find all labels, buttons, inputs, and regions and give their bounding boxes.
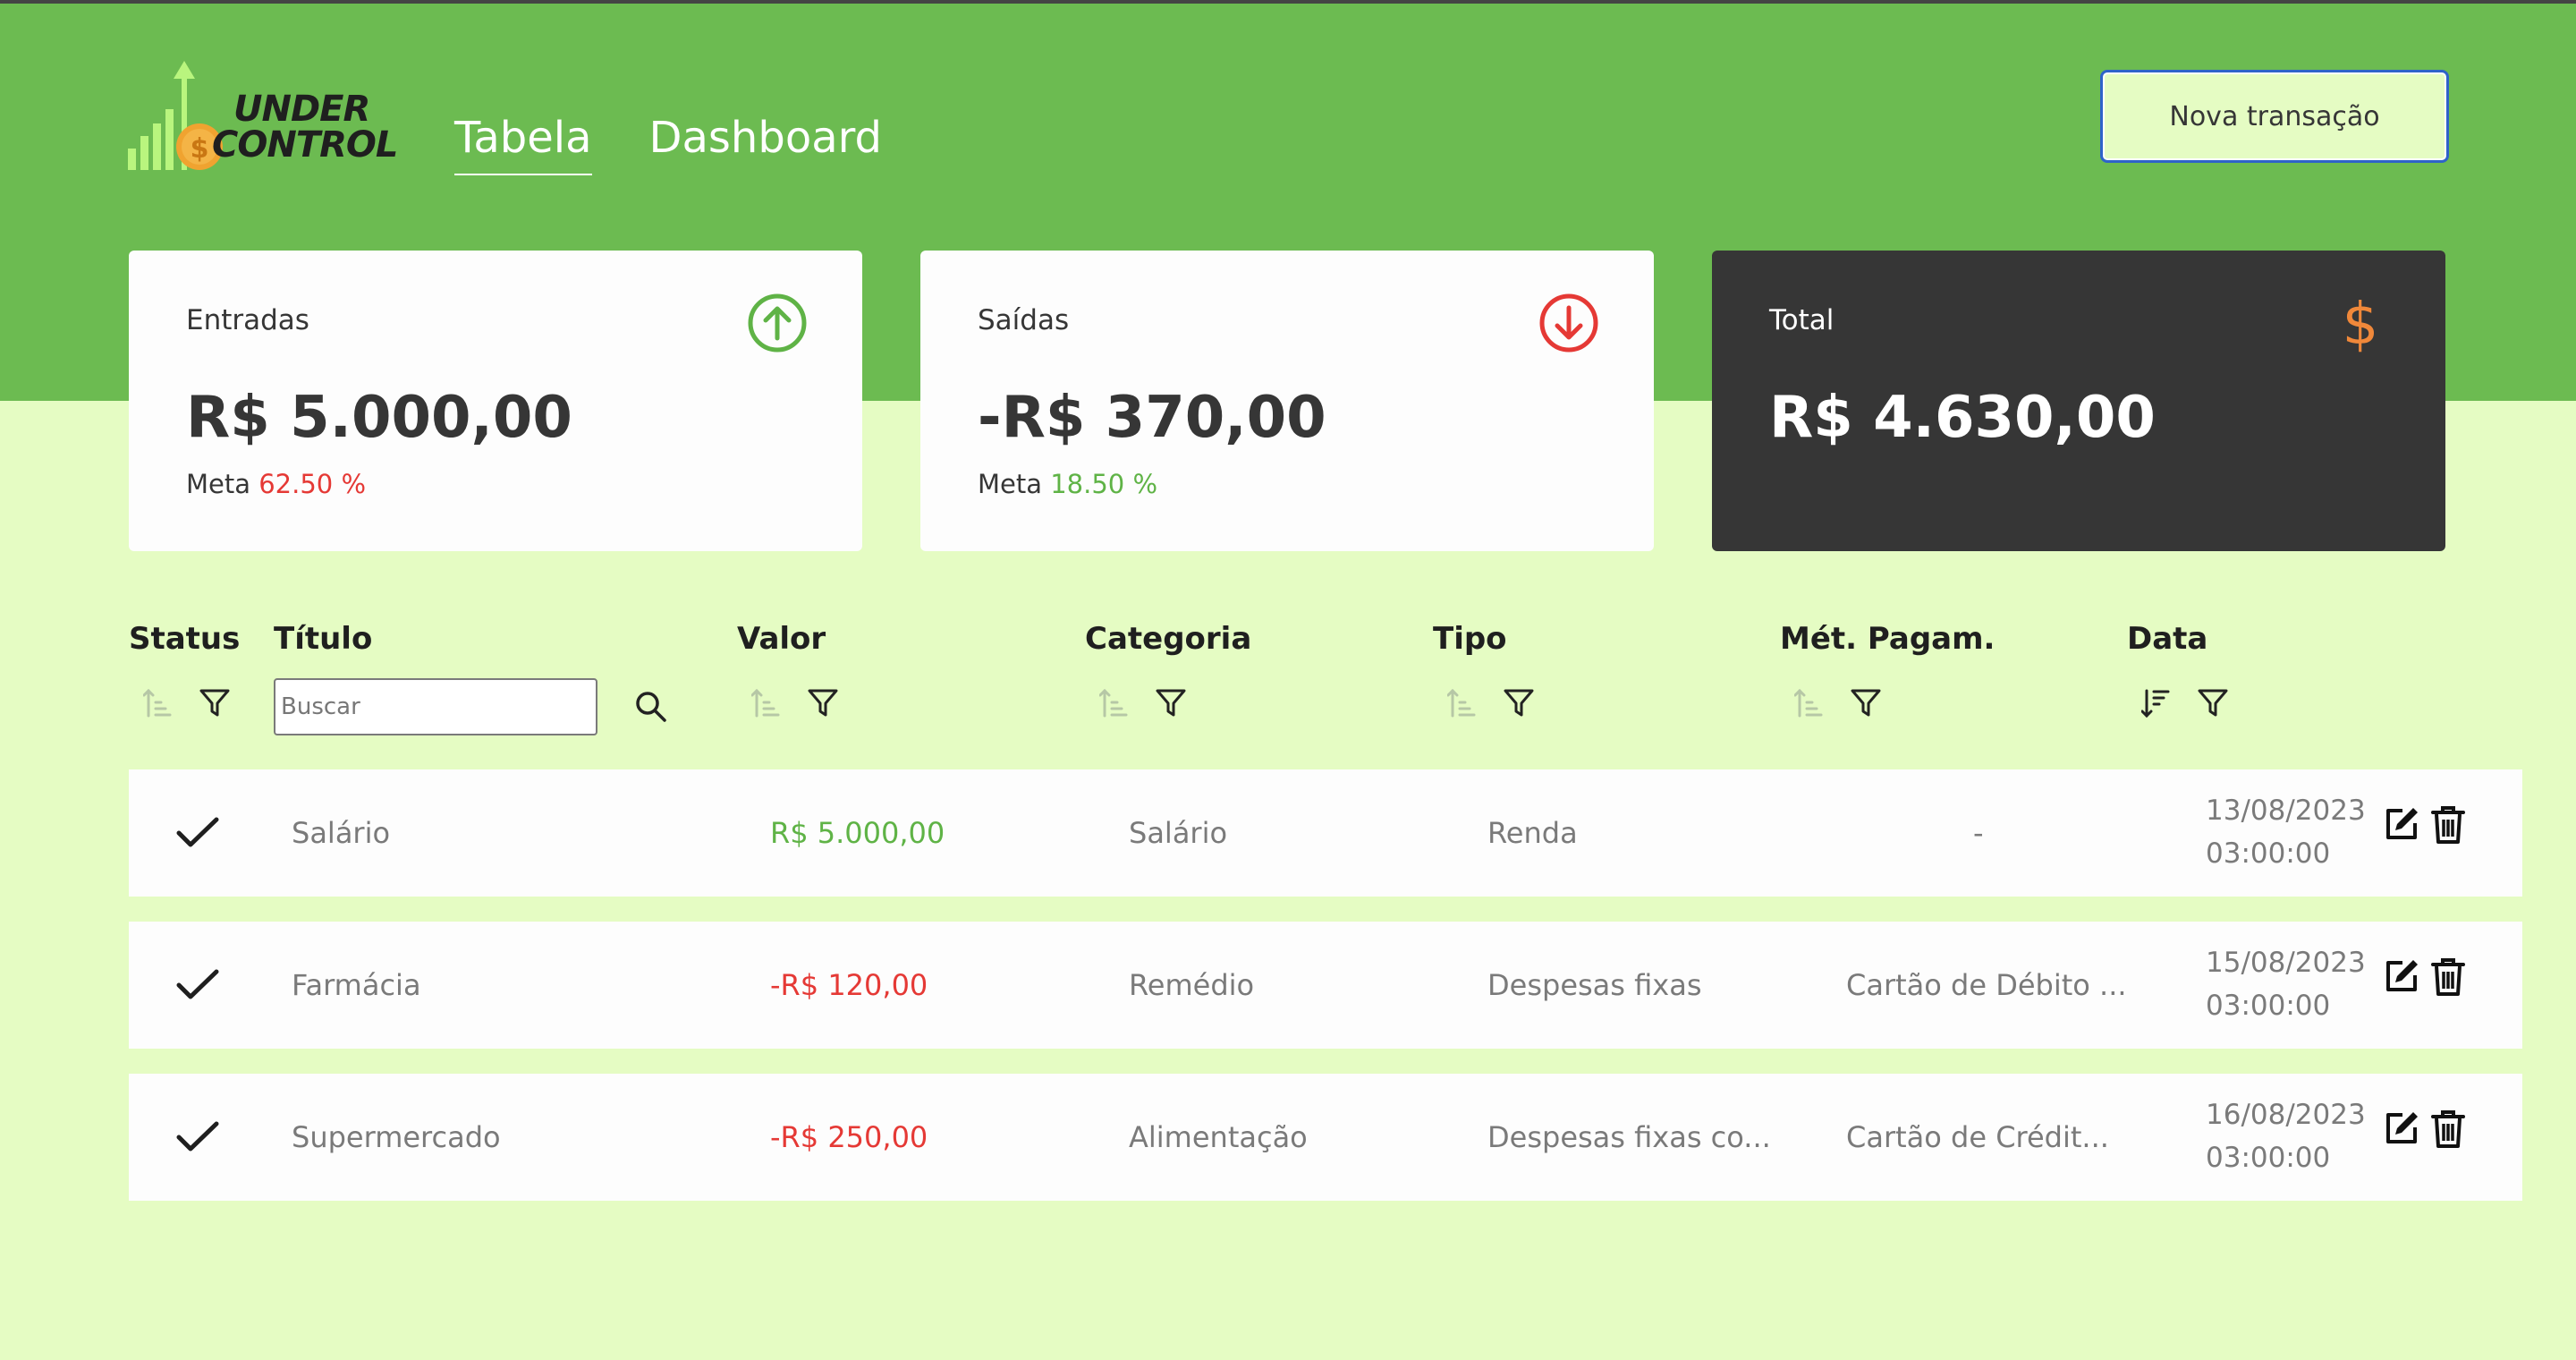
sort-icon[interactable]	[1099, 688, 1128, 718]
main-nav: Tabela Dashboard	[454, 107, 882, 175]
sort-icon[interactable]	[1447, 688, 1476, 718]
income-label: Entradas	[186, 304, 309, 336]
arrow-up-circle-icon	[748, 293, 807, 353]
row-payment: -	[1973, 816, 1984, 850]
column-header-title: Título	[274, 621, 373, 657]
brand-logo[interactable]: $ UNDER CONTROL	[128, 59, 398, 175]
row-title: Supermercado	[292, 1120, 501, 1154]
edit-icon[interactable]	[2383, 1109, 2420, 1147]
row-value: R$ 5.000,00	[770, 816, 945, 850]
expenses-amount: -R$ 370,00	[978, 385, 1326, 451]
expenses-card: Saídas -R$ 370,00 Meta 18.50 %	[920, 251, 1654, 551]
income-meta-value: 62.50 %	[258, 469, 367, 499]
row-date-day: 15/08/2023	[2206, 947, 2366, 979]
row-date-day: 13/08/2023	[2206, 795, 2366, 827]
edit-icon[interactable]	[2383, 805, 2420, 843]
row-value: -R$ 120,00	[770, 968, 928, 1002]
row-type: Despesas fixas co...	[1487, 1120, 1771, 1154]
filter-icon[interactable]	[199, 687, 231, 719]
filter-icon[interactable]	[1155, 687, 1187, 719]
income-amount: R$ 5.000,00	[186, 385, 572, 451]
column-header-status: Status	[129, 621, 241, 657]
edit-icon[interactable]	[2383, 957, 2420, 995]
sort-icon[interactable]	[751, 688, 780, 718]
total-amount: R$ 4.630,00	[1769, 385, 2156, 451]
tab-dashboard[interactable]: Dashboard	[649, 107, 882, 175]
tab-tabela[interactable]: Tabela	[454, 107, 592, 175]
row-category: Salário	[1129, 816, 1228, 850]
filter-icon[interactable]	[2197, 687, 2229, 719]
value-controls	[751, 687, 839, 719]
row-date: 15/08/2023 03:00:00	[2206, 941, 2366, 1027]
row-payment: Cartão de Crédit...	[1846, 1120, 2109, 1154]
row-category: Remédio	[1129, 968, 1255, 1002]
table-row[interactable]: Salário R$ 5.000,00 Salário Renda - 13/0…	[129, 769, 2522, 897]
filter-icon[interactable]	[807, 687, 839, 719]
svg-text:$: $	[2343, 292, 2379, 354]
table-row[interactable]: Farmácia -R$ 120,00 Remédio Despesas fix…	[129, 922, 2522, 1049]
total-card: Total $ R$ 4.630,00	[1712, 251, 2445, 551]
row-title: Salário	[292, 816, 391, 850]
filter-icon[interactable]	[1503, 687, 1535, 719]
sort-descending-icon[interactable]	[2141, 688, 2170, 718]
row-type: Despesas fixas	[1487, 968, 1702, 1002]
column-header-value: Valor	[737, 621, 826, 657]
status-controls	[143, 687, 231, 719]
row-value: -R$ 250,00	[770, 1120, 928, 1154]
date-controls	[2141, 687, 2229, 719]
dollar-icon: $	[2343, 292, 2379, 354]
column-header-payment: Mét. Pagam.	[1780, 621, 1996, 657]
brand-line-2: CONTROL	[212, 124, 398, 166]
total-label: Total	[1769, 304, 1835, 336]
row-date-time: 03:00:00	[2206, 1142, 2331, 1174]
column-header-type: Tipo	[1433, 621, 1507, 657]
arrow-down-circle-icon	[1539, 293, 1598, 353]
expenses-meta: Meta 18.50 %	[978, 469, 1157, 499]
column-header-date: Data	[2127, 621, 2208, 657]
svg-text:$: $	[191, 133, 209, 165]
sort-icon[interactable]	[143, 688, 172, 718]
income-meta-label: Meta	[186, 469, 251, 499]
check-icon[interactable]	[175, 815, 220, 851]
search-icon[interactable]	[635, 691, 667, 723]
filter-icon[interactable]	[1850, 687, 1882, 719]
expenses-meta-value: 18.50 %	[1050, 469, 1158, 499]
check-icon[interactable]	[175, 967, 220, 1003]
payment-controls	[1794, 687, 1882, 719]
trash-icon[interactable]	[2431, 957, 2465, 997]
row-date: 13/08/2023 03:00:00	[2206, 789, 2366, 875]
type-controls	[1447, 687, 1535, 719]
income-card: Entradas R$ 5.000,00 Meta 62.50 %	[129, 251, 862, 551]
table-row[interactable]: Supermercado -R$ 250,00 Alimentação Desp…	[129, 1074, 2522, 1201]
row-type: Renda	[1487, 816, 1578, 850]
check-icon[interactable]	[175, 1119, 220, 1155]
category-controls	[1099, 687, 1187, 719]
trash-icon[interactable]	[2431, 1109, 2465, 1149]
trash-icon[interactable]	[2431, 805, 2465, 845]
row-date: 16/08/2023 03:00:00	[2206, 1093, 2366, 1179]
row-category: Alimentação	[1129, 1120, 1308, 1154]
search-input[interactable]	[274, 678, 597, 735]
row-date-time: 03:00:00	[2206, 990, 2331, 1022]
new-transaction-button[interactable]: Nova transação	[2100, 70, 2449, 163]
row-payment: Cartão de Débito ...	[1846, 968, 2127, 1002]
brand-name: UNDER CONTROL	[212, 91, 398, 163]
expenses-label: Saídas	[978, 304, 1070, 336]
column-header-category: Categoria	[1085, 621, 1252, 657]
expenses-meta-label: Meta	[978, 469, 1043, 499]
row-date-time: 03:00:00	[2206, 837, 2331, 870]
sort-icon[interactable]	[1794, 688, 1823, 718]
income-meta: Meta 62.50 %	[186, 469, 366, 499]
row-title: Farmácia	[292, 968, 421, 1002]
row-date-day: 16/08/2023	[2206, 1099, 2366, 1131]
